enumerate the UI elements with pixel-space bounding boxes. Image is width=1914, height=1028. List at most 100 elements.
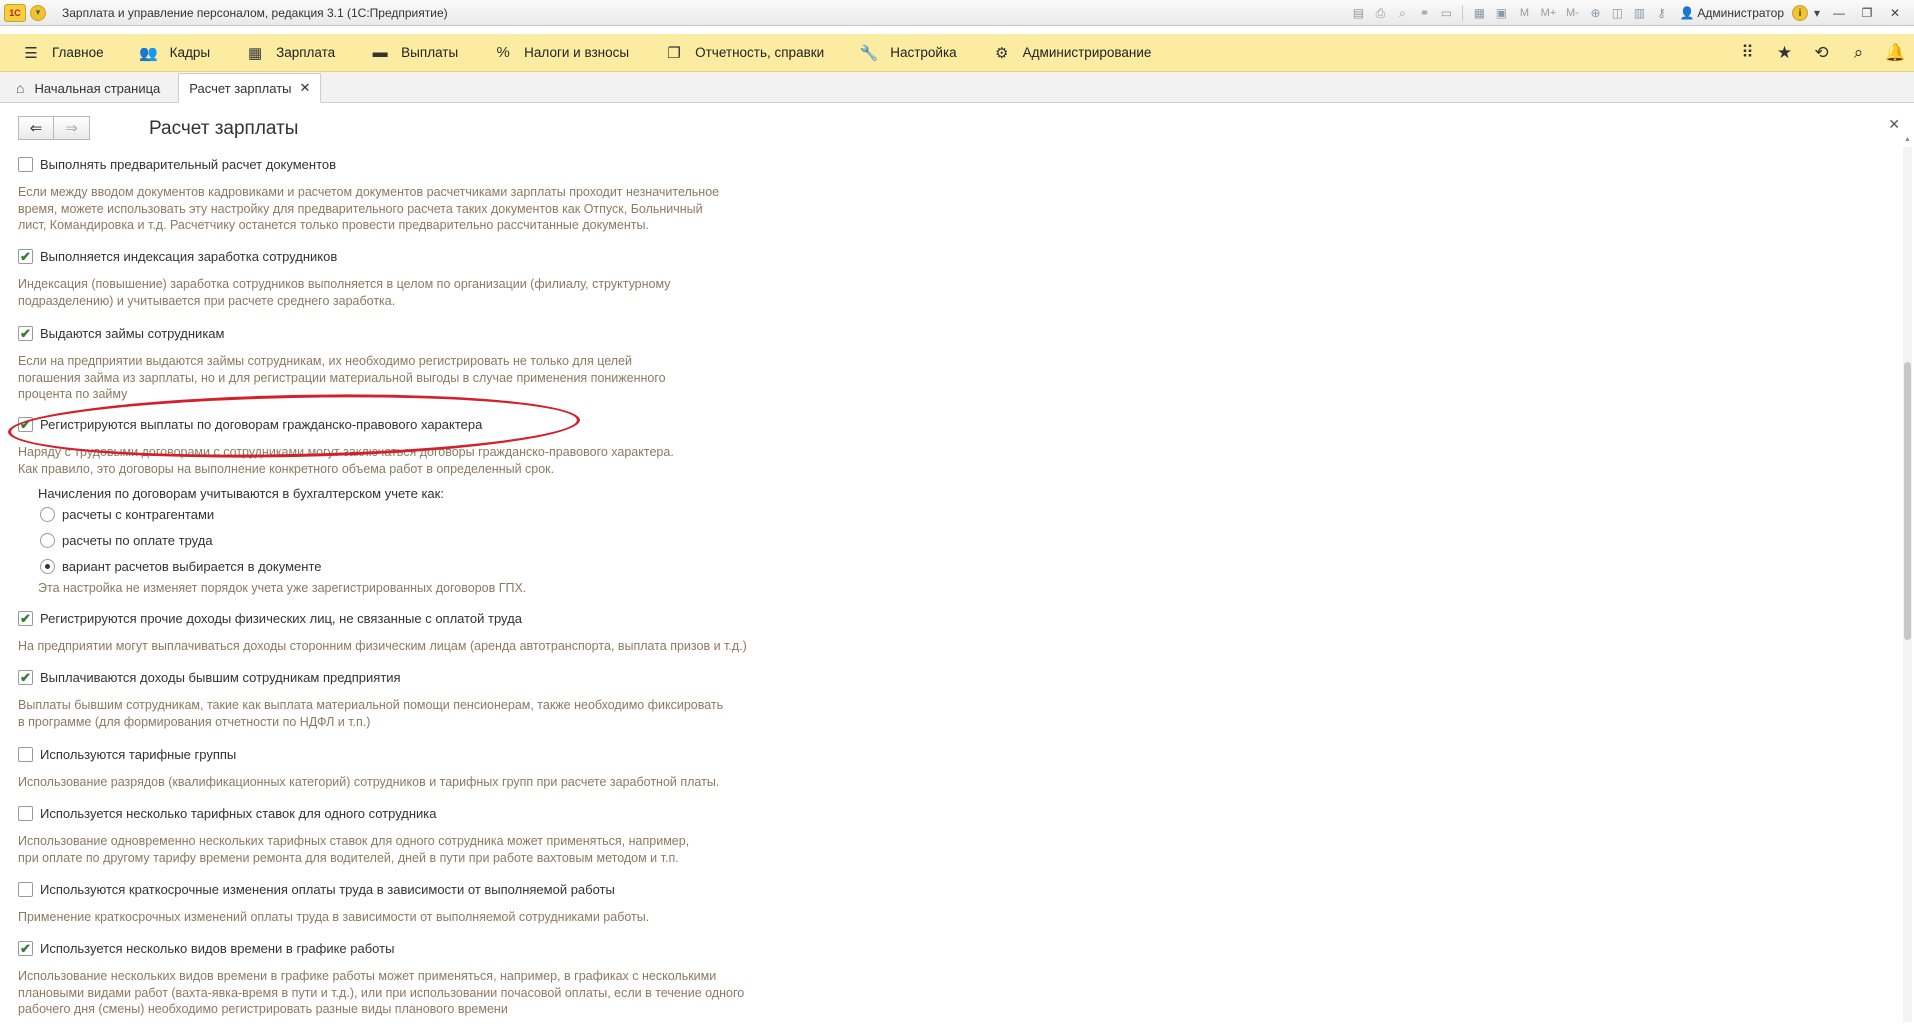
section-label: Отчетность, справки: [695, 45, 825, 60]
checkbox-checked[interactable]: ✔: [18, 326, 33, 341]
panels-icon[interactable]: ◫: [1607, 4, 1627, 22]
description-line: Как правило, это договоры на выполнение …: [18, 461, 555, 476]
scroll-up-icon[interactable]: ▲: [1903, 136, 1912, 144]
radio-payroll[interactable]: расчеты по оплате труда: [40, 533, 213, 548]
option-preliminary-calculation[interactable]: Выполнять предварительный расчет докумен…: [18, 157, 336, 172]
memory-subtract-button[interactable]: M-: [1561, 4, 1583, 22]
option-time-types[interactable]: ✔ Используется несколько видов времени в…: [18, 941, 394, 956]
checkbox-checked[interactable]: ✔: [18, 670, 33, 685]
section-reports[interactable]: ❐ Отчетность, справки: [643, 34, 838, 72]
sections-panel: ☰ Главное 👥 Кадры ▦ Зарплата ▬ Выплаты %…: [0, 34, 1914, 72]
save-icon[interactable]: ▤: [1348, 4, 1368, 22]
option-other-income[interactable]: ✔ Регистрируются прочие доходы физически…: [18, 611, 522, 626]
description-line: подразделению) и учитывается при расчете…: [18, 293, 396, 308]
scrollbar-thumb[interactable]: [1904, 362, 1911, 640]
section-payments[interactable]: ▬ Выплаты: [349, 34, 472, 72]
calculator-icon[interactable]: ▦: [1469, 4, 1489, 22]
option-short-term-changes[interactable]: Используются краткосрочные изменения опл…: [18, 882, 615, 897]
checkbox[interactable]: [18, 747, 33, 762]
hamburger-icon: ☰: [24, 44, 38, 62]
history-icon[interactable]: ⟲: [1803, 34, 1840, 72]
section-hr[interactable]: 👥 Кадры: [118, 34, 224, 72]
gear-icon: ⚙: [994, 44, 1009, 62]
checkbox-checked[interactable]: ✔: [18, 417, 33, 432]
option-description: Индексация (повышение) заработка сотрудн…: [18, 276, 670, 309]
radio-button-selected[interactable]: [40, 559, 55, 574]
description-line: рабочего дня (смены) необходимо регистри…: [18, 1002, 508, 1016]
option-civil-contracts[interactable]: ✔ Регистрируются выплаты по договорам гр…: [18, 417, 482, 432]
description-line: процента по займу: [18, 387, 128, 401]
memory-add-button[interactable]: M+: [1537, 4, 1559, 22]
key-icon[interactable]: ⚷: [1651, 4, 1671, 22]
favorites-icon[interactable]: ★: [1766, 34, 1803, 72]
option-multiple-rates[interactable]: Используется несколько тарифных ставок д…: [18, 806, 437, 821]
document-icon[interactable]: ▭: [1436, 4, 1456, 22]
radio-button[interactable]: [40, 533, 55, 548]
section-toolbar: ⠿ ★ ⟲ ⌕ 🔔: [1729, 34, 1914, 72]
user-icon: 👤: [1679, 6, 1695, 20]
wrench-icon: 🔧: [859, 44, 879, 62]
section-main[interactable]: ☰ Главное: [0, 34, 118, 72]
split-icon[interactable]: ▥: [1629, 4, 1649, 22]
option-label: Используются тарифные группы: [40, 747, 237, 762]
option-employee-loans[interactable]: ✔ Выдаются займы сотрудникам: [18, 326, 224, 341]
people-icon: 👥: [139, 44, 158, 62]
divider: [1462, 5, 1464, 21]
main-menu-button[interactable]: ▾: [30, 4, 46, 21]
checkbox[interactable]: [18, 806, 33, 821]
checkbox-checked[interactable]: ✔: [18, 249, 33, 264]
calendar-icon[interactable]: ▣: [1491, 4, 1511, 22]
search-icon[interactable]: ⌕: [1840, 34, 1877, 72]
option-description: Если между вводом документов кадровиками…: [18, 184, 719, 234]
restore-button[interactable]: ❐: [1854, 3, 1880, 23]
checkbox[interactable]: [18, 157, 33, 172]
description-line: Наряду с трудовыми договорами с сотрудни…: [18, 445, 674, 459]
page-title: Расчет зарплаты: [149, 118, 299, 139]
checkbox-checked[interactable]: ✔: [18, 611, 33, 626]
notifications-icon[interactable]: 🔔: [1877, 34, 1914, 72]
zoom-icon[interactable]: ⊕: [1585, 4, 1605, 22]
window-title: Зарплата и управление персоналом, редакц…: [62, 5, 448, 20]
description-line: Применение краткосрочных изменений оплат…: [18, 910, 650, 924]
section-admin[interactable]: ⚙ Администрирование: [971, 34, 1166, 72]
wallet-icon: ▬: [372, 44, 388, 61]
section-label: Администрирование: [1022, 45, 1152, 60]
reports-icon: ❐: [667, 44, 681, 62]
checkbox-checked[interactable]: ✔: [18, 941, 33, 956]
print-icon[interactable]: ⎙: [1370, 4, 1390, 22]
radio-counterparties[interactable]: расчеты с контрагентами: [40, 507, 214, 522]
section-label: Выплаты: [401, 45, 459, 60]
preview-icon[interactable]: ⌕: [1392, 4, 1412, 22]
navigation-buttons: ⇐ ⇒: [18, 116, 90, 140]
vertical-scrollbar[interactable]: [1903, 147, 1912, 1022]
chevron-down-icon[interactable]: ▾: [1810, 3, 1824, 23]
option-tariff-groups[interactable]: Используются тарифные группы: [18, 747, 236, 762]
close-tab-icon[interactable]: ✕: [300, 80, 311, 96]
option-former-employees[interactable]: ✔ Выплачиваются доходы бывшим сотрудника…: [18, 670, 401, 685]
link-icon[interactable]: ⚭: [1414, 4, 1434, 22]
close-window-button[interactable]: ✕: [1882, 3, 1908, 23]
description-line: Использование разрядов (квалификационных…: [18, 775, 720, 789]
back-button[interactable]: ⇐: [18, 116, 54, 140]
tab-home[interactable]: ⌂ Начальная страница: [6, 74, 170, 102]
section-settings[interactable]: 🔧 Настройка: [838, 34, 970, 72]
info-icon[interactable]: i: [1792, 5, 1808, 21]
section-label: Кадры: [169, 45, 211, 60]
checkbox[interactable]: [18, 882, 33, 897]
description-line: время, можете использовать эту настройку…: [18, 201, 703, 216]
user-menu[interactable]: 👤 Администратор: [1673, 6, 1790, 20]
close-form-icon[interactable]: ✕: [1888, 116, 1900, 133]
accounting-note: Эта настройка не изменяет порядок учета …: [38, 581, 527, 595]
forward-button[interactable]: ⇒: [54, 116, 90, 140]
tab-salary-calculation[interactable]: Расчет зарплаты ✕: [178, 73, 322, 103]
option-salary-indexation[interactable]: ✔ Выполняется индексация заработка сотру…: [18, 249, 337, 264]
radio-button[interactable]: [40, 507, 55, 522]
all-functions-icon[interactable]: ⠿: [1729, 34, 1766, 72]
section-salary[interactable]: ▦ Зарплата: [224, 34, 349, 72]
option-description: Если на предприятии выдаются займы сотру…: [18, 353, 666, 403]
section-taxes[interactable]: % Налоги и взносы: [472, 34, 643, 72]
minimize-button[interactable]: —: [1826, 3, 1852, 23]
radio-in-document[interactable]: вариант расчетов выбирается в документе: [40, 559, 321, 574]
memory-button[interactable]: M: [1513, 4, 1535, 22]
option-label: Используется несколько тарифных ставок д…: [40, 806, 437, 821]
